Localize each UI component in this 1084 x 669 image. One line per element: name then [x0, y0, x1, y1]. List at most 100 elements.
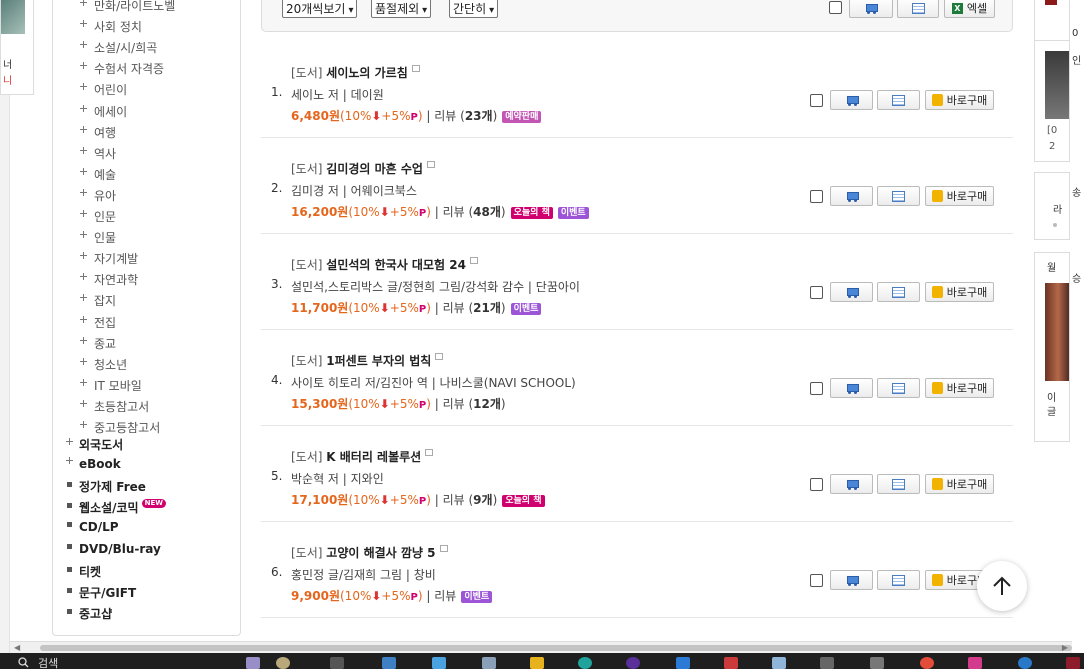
add-to-cart-button[interactable]: [830, 474, 873, 494]
app-icon[interactable]: [870, 657, 884, 669]
add-to-cart-button[interactable]: [830, 570, 873, 590]
view-mode-select[interactable]: 간단히 ▾: [449, 0, 499, 18]
excel-button[interactable]: X 엑셀: [944, 0, 995, 18]
code-editor-icon[interactable]: [676, 657, 690, 669]
app-icon[interactable]: [432, 657, 446, 669]
category-item[interactable]: 수험서 자격증: [80, 60, 164, 77]
category-top-item[interactable]: 중고샵: [66, 605, 112, 622]
add-all-wishlist-button[interactable]: [897, 0, 939, 18]
preview-icon[interactable]: [425, 449, 434, 456]
promo-badge[interactable]: 오늘의 책: [510, 207, 553, 219]
per-page-select[interactable]: 20개씩보기 ▾: [282, 0, 358, 18]
scrollbar-thumb[interactable]: [40, 645, 1072, 651]
scroll-to-top-button[interactable]: [977, 561, 1027, 611]
app-icon[interactable]: [968, 657, 982, 669]
add-to-cart-button[interactable]: [830, 186, 873, 206]
app-icon[interactable]: [626, 657, 640, 669]
category-top-item[interactable]: eBook: [66, 457, 121, 471]
app-icon[interactable]: [1018, 657, 1032, 669]
buy-now-button[interactable]: 바로구매: [925, 378, 994, 398]
book-title-line[interactable]: [도서] 세이노의 가르침: [291, 64, 420, 81]
category-item[interactable]: 청소년: [80, 356, 127, 373]
item-checkbox[interactable]: [810, 190, 823, 203]
app-icon[interactable]: [382, 657, 396, 669]
right-panel-book[interactable]: [0 2: [1034, 40, 1070, 162]
preview-icon[interactable]: [435, 353, 444, 360]
item-checkbox[interactable]: [810, 478, 823, 491]
app-icon[interactable]: [820, 657, 834, 669]
item-checkbox[interactable]: [810, 382, 823, 395]
taskbar-search-label[interactable]: 검색: [38, 655, 58, 669]
book-title[interactable]: 설민석의 한국사 대모험 24: [326, 258, 466, 272]
book-title-line[interactable]: [도서] K 배터리 레볼루션: [291, 448, 434, 465]
category-item[interactable]: 예술: [80, 166, 116, 183]
category-item[interactable]: 잡지: [80, 292, 116, 309]
review-count[interactable]: 12개: [473, 397, 501, 411]
category-item[interactable]: 자연과학: [80, 271, 138, 288]
book-title-line[interactable]: [도서] 1퍼센트 부자의 법칙: [291, 352, 444, 369]
category-item[interactable]: 종교: [80, 335, 116, 352]
add-to-cart-button[interactable]: [830, 90, 873, 110]
book-title[interactable]: 고양이 해결사 깜냥 5: [326, 546, 435, 560]
promo-badge[interactable]: 오늘의 책: [502, 495, 545, 507]
scroll-right-icon[interactable]: ▶: [1062, 643, 1068, 652]
add-to-cart-button[interactable]: [830, 378, 873, 398]
category-item[interactable]: 여행: [80, 124, 116, 141]
preview-icon[interactable]: [469, 257, 478, 264]
book-author[interactable]: 홍민정 글/김재희 그림 | 창비: [291, 566, 436, 583]
app-icon[interactable]: [276, 657, 290, 669]
app-icon[interactable]: [1066, 657, 1080, 669]
item-checkbox[interactable]: [810, 574, 823, 587]
app-icon[interactable]: [772, 657, 786, 669]
buy-now-button[interactable]: 바로구매: [925, 282, 994, 302]
review-count[interactable]: 48개: [473, 205, 501, 219]
book-title[interactable]: K 배터리 레볼루션: [326, 450, 421, 464]
category-item[interactable]: 에세이: [80, 103, 127, 120]
app-icon[interactable]: [246, 657, 260, 669]
buy-now-button[interactable]: 바로구매: [925, 90, 994, 110]
horizontal-scrollbar[interactable]: ◀ ▶: [10, 641, 1072, 653]
app-icon[interactable]: [724, 657, 738, 669]
buy-now-button[interactable]: 바로구매: [925, 186, 994, 206]
category-item[interactable]: 전집: [80, 314, 116, 331]
add-all-cart-button[interactable]: [849, 0, 893, 18]
promo-badge[interactable]: 예약판매: [502, 111, 542, 123]
search-icon[interactable]: [18, 657, 29, 668]
category-item[interactable]: 만화/라이트노벨: [80, 0, 175, 14]
folder-icon[interactable]: [530, 657, 544, 669]
review-count[interactable]: 21개: [473, 301, 501, 315]
category-top-item[interactable]: 웹소설/코믹 NEW: [66, 499, 166, 516]
category-top-item[interactable]: 티켓: [66, 563, 101, 580]
book-author[interactable]: 박순혁 저 | 지와인: [291, 470, 384, 487]
category-top-item[interactable]: 외국도서: [66, 436, 123, 453]
review-count[interactable]: 23개: [465, 109, 493, 123]
review-count[interactable]: 9개: [473, 493, 492, 507]
book-title[interactable]: 세이노의 가르침: [326, 66, 407, 80]
preview-icon[interactable]: [439, 545, 448, 552]
book-author[interactable]: 세이노 저 | 데이원: [291, 86, 384, 103]
book-author[interactable]: 사이토 히토리 저/김진아 역 | 나비스쿨(NAVI SCHOOL): [291, 374, 576, 391]
review-label[interactable]: 리뷰: [443, 397, 465, 411]
add-to-wishlist-button[interactable]: [877, 90, 920, 110]
category-item[interactable]: 소설/시/희곡: [80, 39, 157, 56]
category-top-item[interactable]: 정가제 Free: [66, 478, 146, 495]
promo-badge[interactable]: 이벤트: [557, 207, 589, 219]
category-top-item[interactable]: CD/LP: [66, 520, 119, 534]
book-author[interactable]: 설민석,스토리박스 글/정현희 그림/강석화 감수 | 단꿈아이: [291, 278, 580, 295]
review-label[interactable]: 리뷰: [443, 301, 465, 315]
category-item[interactable]: IT 모바일: [80, 377, 142, 394]
category-top-item[interactable]: DVD/Blu-ray: [66, 542, 161, 556]
promo-snippet[interactable]: 너 니: [0, 0, 34, 95]
book-title-line[interactable]: [도서] 설민석의 한국사 대모험 24: [291, 256, 478, 273]
add-to-wishlist-button[interactable]: [877, 282, 920, 302]
chrome-icon[interactable]: [920, 657, 934, 669]
category-item[interactable]: 초등참고서: [80, 398, 149, 415]
review-label[interactable]: 리뷰: [434, 589, 456, 603]
scroll-left-icon[interactable]: ◀: [14, 643, 20, 652]
book-title[interactable]: 1퍼센트 부자의 법칙: [326, 354, 431, 368]
category-item[interactable]: 어린이: [80, 81, 127, 98]
book-author[interactable]: 김미경 저 | 어웨이크북스: [291, 182, 417, 199]
add-to-wishlist-button[interactable]: [877, 378, 920, 398]
item-checkbox[interactable]: [810, 286, 823, 299]
right-panel-bottom[interactable]: 월 이 글: [1034, 252, 1070, 442]
